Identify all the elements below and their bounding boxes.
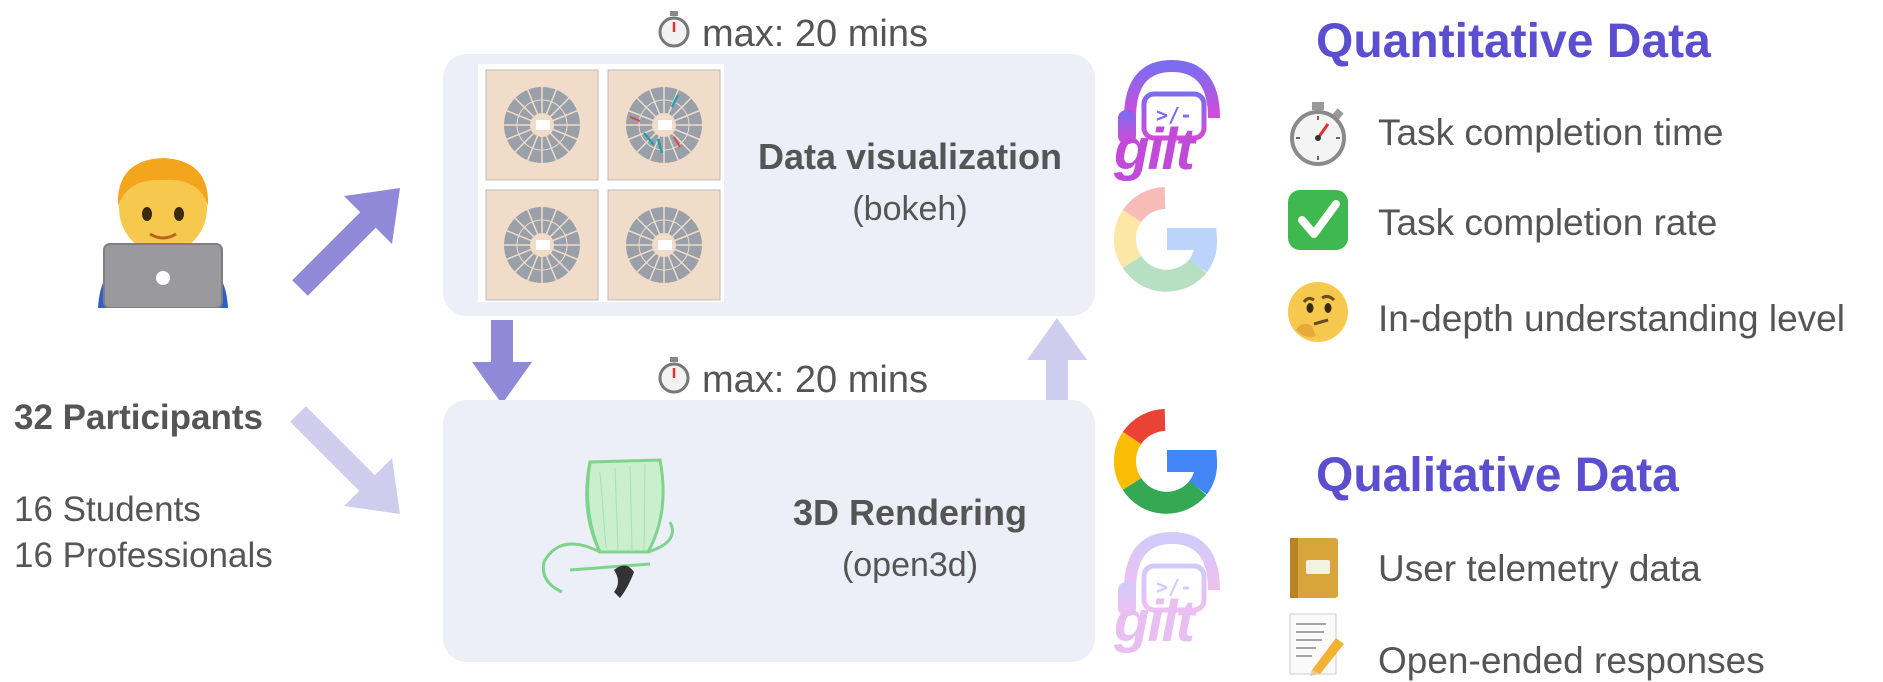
gilt-logo-faded-label: gilt: [1114, 589, 1195, 654]
task2-time-limit: max: 20 mins: [656, 356, 928, 404]
quantitative-item-time: Task completion time: [1378, 112, 1724, 153]
arrow-rendering-to-visualization: [1027, 318, 1087, 402]
stopwatch-icon: [1286, 100, 1350, 166]
gilt-logo: >/- gilt: [1110, 58, 1226, 182]
notebook-icon: [1286, 536, 1342, 600]
task1-time-limit: max: 20 mins: [656, 10, 928, 58]
check-mark-icon: [1286, 188, 1350, 252]
google-logo: [1112, 408, 1218, 514]
task2-title: 3D Rendering: [792, 492, 1028, 533]
gilt-logo-label: gilt: [1114, 117, 1195, 182]
stopwatch-icon: [656, 356, 692, 404]
quantitative-title: Quantitative Data: [1316, 15, 1711, 68]
memo-icon: [1286, 612, 1346, 676]
quantitative-item-rate: Task completion rate: [1378, 202, 1718, 243]
task1-library: (bokeh): [852, 190, 968, 228]
arrow-to-visualization: [292, 188, 400, 296]
quantitative-item-understanding: In-depth understanding level: [1378, 298, 1845, 339]
thinking-face-icon: [1286, 280, 1350, 344]
arrow-visualization-to-rendering: [472, 320, 532, 404]
qualitative-item-telemetry: User telemetry data: [1378, 548, 1701, 589]
task2-library: (open3d): [841, 546, 979, 584]
qualitative-title: Qualitative Data: [1316, 449, 1679, 502]
bokeh-chart-thumbnail: [478, 64, 724, 302]
google-logo-faded: [1112, 186, 1218, 292]
chair-point-cloud: [530, 452, 680, 602]
task1-title: Data visualization: [757, 136, 1063, 177]
qualitative-item-responses: Open-ended responses: [1378, 640, 1765, 681]
arrow-to-rendering: [290, 406, 400, 514]
stopwatch-icon: [656, 10, 692, 58]
gilt-logo-faded: >/- gilt: [1110, 530, 1226, 654]
